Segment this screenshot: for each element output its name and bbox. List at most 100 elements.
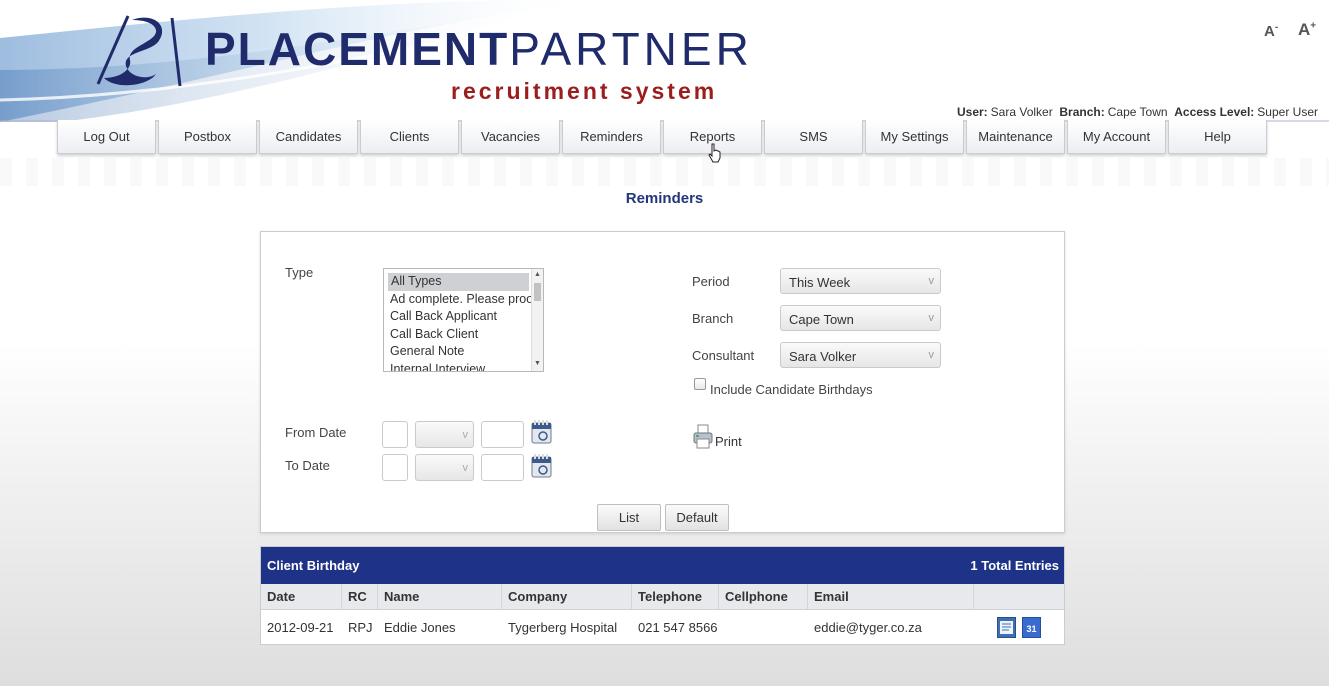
chevron-down-icon: v: [462, 429, 469, 441]
results-title: Client Birthday: [267, 558, 360, 573]
column-header-company[interactable]: Company: [502, 584, 632, 609]
table-row[interactable]: 2012-09-21 RPJ Eddie Jones Tygerberg Hos…: [261, 610, 1064, 644]
reminder-filter-panel: Type All Types Ad complete. Please proof…: [260, 231, 1065, 533]
chevron-down-icon: v: [928, 349, 935, 361]
user-value: Sara Volker: [990, 105, 1053, 119]
print-button[interactable]: Print: [693, 424, 742, 450]
from-day-input[interactable]: [382, 421, 408, 448]
nav-my-account[interactable]: My Account: [1067, 120, 1166, 154]
list-button[interactable]: List: [597, 504, 661, 531]
from-date-label: From Date: [285, 425, 347, 440]
cell-name[interactable]: Eddie Jones: [378, 610, 502, 644]
user-label: User:: [956, 105, 988, 119]
consultant-select[interactable]: Sara Volker v: [780, 342, 941, 368]
increase-font-mark: +: [1310, 20, 1317, 32]
default-button[interactable]: Default: [665, 504, 729, 531]
to-month-select[interactable]: v: [415, 454, 474, 481]
from-year-input[interactable]: [481, 421, 524, 448]
decrease-font-mark: -: [1274, 22, 1279, 33]
access-level-label: Access Level:: [1174, 105, 1255, 119]
calendar-icon[interactable]: [531, 420, 552, 444]
results-header: Client Birthday 1 Total Entries: [261, 547, 1064, 584]
user-info-bar: User: Sara Volker Branch: Cape Town Access…: [957, 105, 1318, 119]
consultant-value: Sara Volker: [789, 349, 857, 364]
nav-maintenance[interactable]: Maintenance: [966, 120, 1065, 154]
nav-my-settings[interactable]: My Settings: [865, 120, 964, 154]
from-month-select[interactable]: v: [415, 421, 474, 448]
brand-tagline: recruitment system: [451, 78, 718, 104]
type-listbox-scrollbar[interactable]: ▲ ▼: [531, 269, 543, 371]
scroll-down-icon[interactable]: ▼: [534, 360, 541, 368]
chevron-down-icon: v: [928, 312, 935, 324]
branch-select[interactable]: Cape Town v: [780, 305, 941, 331]
calendar-31-icon[interactable]: 31: [1022, 616, 1041, 638]
column-header-name[interactable]: Name: [378, 584, 502, 609]
type-option-selected[interactable]: All Types: [388, 273, 529, 291]
decrease-font-letter: A: [1264, 23, 1275, 40]
type-option[interactable]: General Note: [384, 343, 529, 361]
results-total: 1 Total Entries: [970, 558, 1059, 573]
type-listbox[interactable]: All Types Ad complete. Please proof Call…: [383, 268, 544, 372]
increase-font-button[interactable]: A+: [1298, 20, 1316, 40]
header: PLACEMENTPARTNER recruitment system A- A…: [0, 0, 1329, 122]
print-label: Print: [715, 434, 742, 449]
calendar-icon[interactable]: [531, 454, 552, 478]
cell-actions: 31: [974, 610, 1064, 644]
decorative-band: [0, 158, 1329, 186]
decrease-font-button[interactable]: A-: [1264, 22, 1278, 40]
nav-vacancies[interactable]: Vacancies: [461, 120, 560, 154]
column-header-telephone[interactable]: Telephone: [632, 584, 719, 609]
column-header-email[interactable]: Email: [808, 584, 974, 609]
cell-cellphone: [719, 610, 808, 644]
brand-name: PLACEMENTPARTNER: [205, 26, 753, 72]
increase-font-letter: A: [1298, 20, 1311, 39]
cell-rc: RPJ: [348, 619, 373, 635]
nav-clients[interactable]: Clients: [360, 120, 459, 154]
cell-date: 2012-09-21: [267, 619, 334, 635]
main-nav: Log Out Postbox Candidates Clients Vacan…: [57, 120, 1267, 154]
include-birthdays-checkbox[interactable]: [694, 378, 706, 390]
type-option[interactable]: Internal Interview: [384, 361, 529, 371]
nav-candidates[interactable]: Candidates: [259, 120, 358, 154]
notes-icon[interactable]: [997, 616, 1016, 638]
branch-value: Cape Town: [789, 312, 854, 327]
period-value: This Week: [789, 275, 851, 290]
column-header-cellphone[interactable]: Cellphone: [719, 584, 808, 609]
type-option[interactable]: Ad complete. Please proof: [384, 291, 537, 309]
brand-name-bold: PLACEMENT: [205, 23, 510, 75]
to-year-input[interactable]: [481, 454, 524, 481]
type-option[interactable]: Call Back Client: [384, 326, 529, 344]
cell-email[interactable]: eddie@tyger.co.za: [808, 610, 974, 644]
page-title: Reminders: [625, 190, 704, 207]
nav-log-out[interactable]: Log Out: [57, 120, 156, 154]
results-table: Client Birthday 1 Total Entries Date RC …: [260, 546, 1065, 645]
type-option[interactable]: Call Back Applicant: [384, 308, 529, 326]
column-header-date[interactable]: Date: [261, 584, 342, 609]
to-day-input[interactable]: [382, 454, 408, 481]
access-level-value: Super User: [1257, 105, 1318, 119]
brand-name-light: PARTNER: [509, 23, 753, 75]
period-select[interactable]: This Week v: [780, 268, 941, 294]
chevron-down-icon: v: [462, 462, 469, 474]
branch-label: Branch:: [1059, 105, 1105, 119]
to-date-label: To Date: [285, 458, 330, 473]
nav-help[interactable]: Help: [1168, 120, 1267, 154]
include-birthdays-label: Include Candidate Birthdays: [710, 382, 873, 397]
branch-value: Cape Town: [1107, 105, 1168, 119]
column-header-rc[interactable]: RC: [342, 584, 378, 609]
branch-label: Branch: [692, 311, 734, 326]
nav-reminders[interactable]: Reminders: [562, 120, 661, 154]
nav-sms[interactable]: SMS: [764, 120, 863, 154]
consultant-label: Consultant: [692, 348, 755, 363]
table-header-row: Date RC Name Company Telephone Cellphone…: [261, 584, 1064, 610]
column-header-actions: [974, 584, 1064, 609]
cell-company[interactable]: Tygerberg Hospital: [502, 610, 632, 644]
period-label: Period: [692, 274, 730, 289]
scroll-up-icon[interactable]: ▲: [534, 271, 541, 279]
svg-text:31: 31: [1026, 624, 1036, 634]
type-label: Type: [285, 265, 314, 280]
logo-mark-icon: [96, 15, 182, 87]
scrollbar-thumb[interactable]: [534, 283, 541, 301]
printer-icon: [693, 424, 713, 449]
nav-postbox[interactable]: Postbox: [158, 120, 257, 154]
